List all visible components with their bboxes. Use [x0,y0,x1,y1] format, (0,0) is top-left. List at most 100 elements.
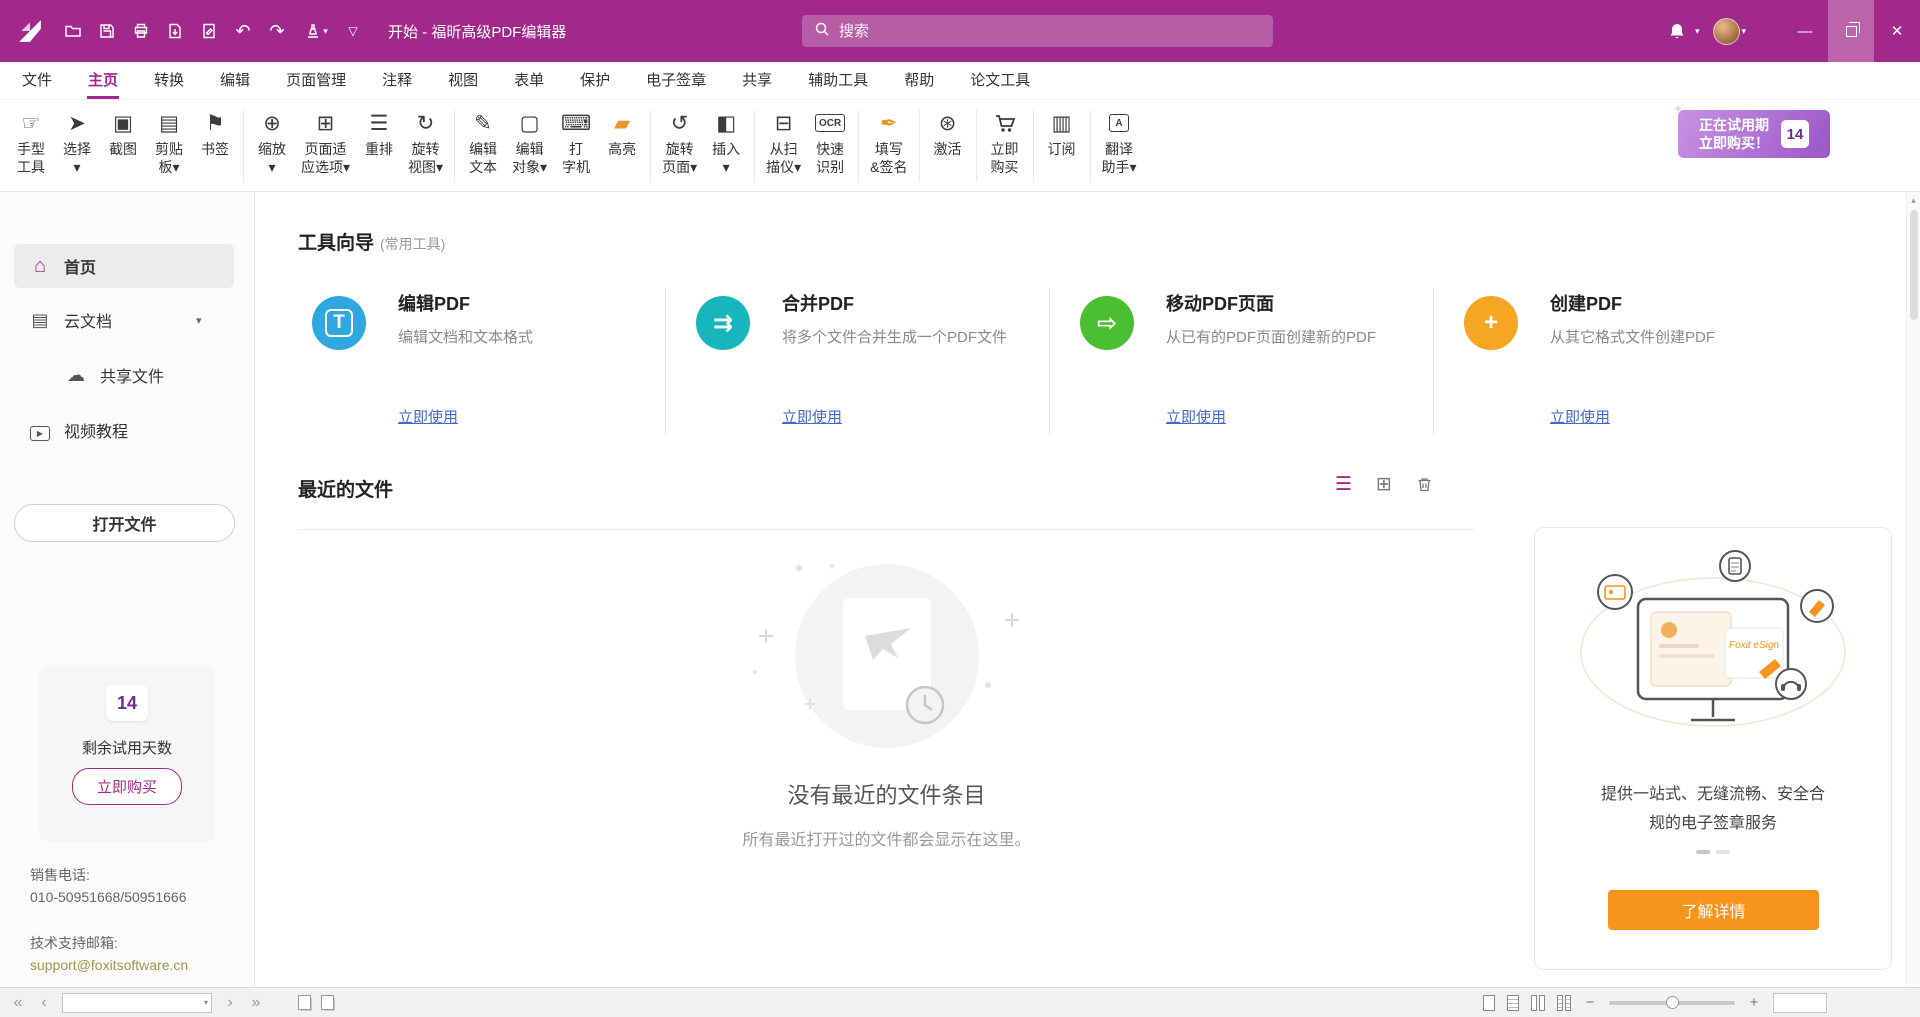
avatar[interactable] [1713,18,1740,45]
tool-card-combine-pdf[interactable]: ⇉ 合并PDF 将多个文件合并生成一个PDF文件 立即使用 [682,288,1052,438]
ribbon-tool-edit-text[interactable]: ✎ 编辑 文本 [460,106,506,176]
carousel-dot[interactable] [1716,850,1730,854]
menu-item-share[interactable]: 共享 [741,60,773,99]
quick-tool-icon[interactable]: ▾ [294,14,338,48]
ribbon-tool-highlight[interactable]: ▰ 高亮 [599,106,645,158]
ribbon-tool-edit-object[interactable]: ▢ 编辑 对象▾ [506,106,553,176]
ribbon-tool-activate[interactable]: ⊛ 激活 [925,106,971,158]
sidebar-item-shared-files[interactable]: ☁ 共享文件 [14,353,234,397]
tool-card-create-pdf[interactable]: + 创建PDF 从其它格式文件创建PDF 立即使用 [1450,288,1820,438]
ribbon-tool-snapshot[interactable]: ▣ 截图 [100,106,146,158]
save-icon[interactable] [90,14,124,48]
previous-page-button[interactable]: ‹ [36,994,52,1012]
open-file-icon[interactable] [56,14,90,48]
first-page-button[interactable]: « [10,994,26,1012]
page-number-box[interactable]: ▾ [62,993,212,1013]
page-number-input[interactable] [63,994,211,1012]
carousel-dot[interactable] [1696,850,1710,854]
zoom-percentage-box[interactable] [1773,993,1827,1013]
ribbon-tool-typewriter[interactable]: ⌨ 打 字机 [553,106,599,176]
close-button[interactable]: ✕ [1874,0,1920,62]
menu-item-view[interactable]: 视图 [447,60,479,99]
buy-now-button[interactable]: 立即购买 [72,768,182,805]
tool-card-move-pdf-pages[interactable]: ⇨ 移动PDF页面 从已有的PDF页面创建新的PDF 立即使用 [1066,288,1436,438]
grid-view-icon[interactable]: ⊞ [1376,473,1392,496]
next-view-icon[interactable] [321,995,334,1010]
menu-item-accessibility[interactable]: 辅助工具 [807,60,869,99]
open-file-button[interactable]: 打开文件 [14,504,235,542]
list-view-icon[interactable]: ☰ [1335,473,1352,496]
ribbon-tool-rotate-view[interactable]: ↻ 旋转 视图▾ [402,106,449,176]
redo-icon[interactable]: ↷ [260,14,294,48]
sidebar-item-video-tutorials[interactable]: ▶ 视频教程 [14,408,234,452]
previous-view-icon[interactable] [298,995,311,1010]
ribbon-tool-buy-now[interactable]: 立即 购买 [982,106,1028,176]
ribbon-tool-reflow[interactable]: ☰ 重排 [356,106,402,158]
learn-more-button[interactable]: 了解详情 [1608,890,1819,930]
last-page-button[interactable]: » [248,994,264,1012]
ribbon-tool-fit-options[interactable]: ⊞ 页面适 应选项▾ [295,106,356,176]
menu-item-form[interactable]: 表单 [513,60,545,99]
notifications-bell-icon[interactable] [1660,14,1694,48]
zoom-in-button[interactable]: + [1747,994,1761,1011]
facing-continuous-view-icon[interactable] [1557,995,1571,1011]
menu-item-esign[interactable]: 电子签章 [645,60,707,99]
zoom-out-button[interactable]: − [1583,994,1597,1011]
use-now-link[interactable]: 立即使用 [782,406,842,427]
chevron-down-icon[interactable]: ▾ [204,998,208,1007]
scrollbar-thumb[interactable] [1910,210,1918,320]
chevron-down-icon[interactable]: ▾ [1695,26,1700,37]
menu-item-paper-tools[interactable]: 论文工具 [969,60,1031,99]
ribbon-tool-subscribe[interactable]: ▥ 订阅 [1039,106,1085,158]
trial-buy-badge[interactable]: ✦ 正在试用期 立即购买！ 14 [1678,110,1830,158]
ribbon-tool-from-scanner[interactable]: ⊟ 从扫 描仪▾ [760,106,807,176]
use-now-link[interactable]: 立即使用 [1550,406,1610,427]
ribbon-tool-select[interactable]: ➤ 选择 ▾ [54,106,100,176]
support-email-link[interactable]: support@foxitsoftware.cn [30,954,188,976]
ribbon-tool-rotate-pages[interactable]: ↺ 旋转 页面▾ [656,106,703,176]
zoom-percentage-input[interactable] [1774,994,1826,1012]
continuous-view-icon[interactable] [1507,995,1519,1011]
menu-item-file[interactable]: 文件 [21,60,53,99]
restore-button[interactable] [1828,0,1874,62]
scroll-up-arrow[interactable]: ▴ [1907,192,1920,208]
ribbon-tool-zoom[interactable]: ⊕ 缩放 ▾ [249,106,295,176]
use-now-link[interactable]: 立即使用 [1166,406,1226,427]
next-page-button[interactable]: › [222,994,238,1012]
sidebar-item-home[interactable]: ⌂ 首页 [14,244,234,288]
tool-label: 购买 [991,158,1019,176]
chevron-down-icon[interactable]: ▾ [196,314,202,327]
zoom-slider-thumb[interactable] [1666,996,1679,1009]
tool-card-edit-pdf[interactable]: T 编辑PDF 编辑文档和文本格式 立即使用 [298,288,668,438]
search-bar[interactable] [802,15,1273,47]
vertical-scrollbar[interactable]: ▴ [1906,192,1920,987]
menu-item-home[interactable]: 主页 [87,60,119,99]
use-now-link[interactable]: 立即使用 [398,406,458,427]
ribbon-tool-fill-sign[interactable]: ✒ 填写 &签名 [864,106,913,176]
single-page-view-icon[interactable] [1483,995,1495,1011]
chevron-down-icon[interactable]: ▾ [1741,26,1746,37]
menu-item-comment[interactable]: 注释 [381,60,413,99]
sidebar-item-cloud-docs[interactable]: ▤ 云文档 ▾ [14,298,234,342]
ribbon-tool-hand[interactable]: ☞ 手型 工具 [8,106,54,176]
menu-item-protect[interactable]: 保护 [579,60,611,99]
print-icon[interactable] [124,14,158,48]
menu-item-convert[interactable]: 转换 [153,60,185,99]
trash-icon[interactable] [1416,476,1433,493]
collapse-toolbar-icon[interactable]: ▽ [338,14,368,48]
search-input[interactable] [839,23,1261,40]
menu-item-organize[interactable]: 页面管理 [285,60,347,99]
create-pdf-icon[interactable] [192,14,226,48]
ribbon-tool-ocr[interactable]: OCR 快速 识别 [807,106,853,176]
facing-view-icon[interactable] [1531,995,1545,1011]
ribbon-tool-bookmark[interactable]: ⚑ 书签 [192,106,238,158]
undo-icon[interactable]: ↶ [226,14,260,48]
menu-item-help[interactable]: 帮助 [903,60,935,99]
ribbon-tool-insert[interactable]: ◧ 插入 ▾ [703,106,749,176]
ribbon-tool-translate-assistant[interactable]: A 翻译 助手▾ [1096,106,1143,176]
export-pdf-icon[interactable] [158,14,192,48]
zoom-slider[interactable] [1609,1001,1735,1005]
menu-item-edit[interactable]: 编辑 [219,60,251,99]
minimize-button[interactable]: — [1782,0,1828,62]
ribbon-tool-clipboard[interactable]: ▤ 剪贴 板▾ [146,106,192,176]
